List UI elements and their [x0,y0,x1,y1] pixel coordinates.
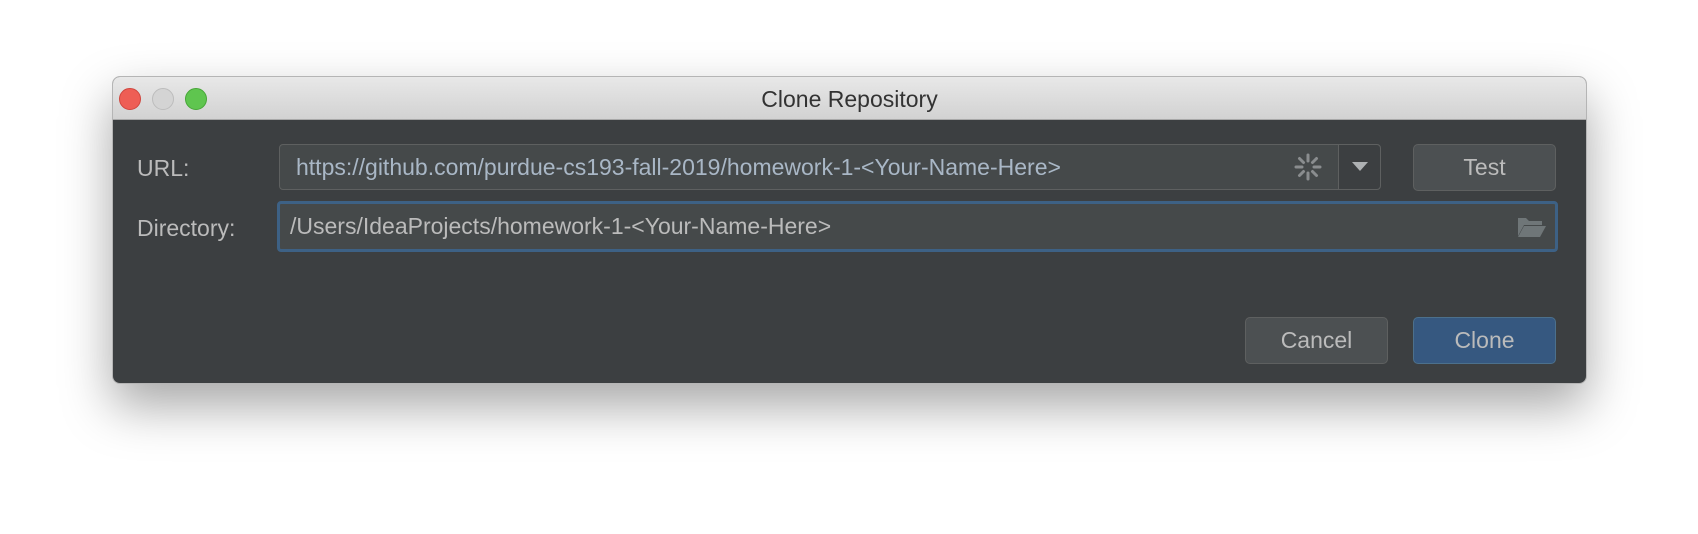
directory-input[interactable]: /Users/IdeaProjects/homework-1-<Your-Nam… [290,213,1509,240]
cancel-button[interactable]: Cancel [1245,317,1388,364]
directory-label: Directory: [137,215,236,241]
url-history-dropdown-button[interactable] [1338,145,1380,189]
loading-spinner-icon [1278,153,1338,181]
directory-field[interactable]: /Users/IdeaProjects/homework-1-<Your-Nam… [277,201,1558,252]
url-input[interactable]: https://github.com/purdue-cs193-fall-201… [296,154,1278,181]
clone-button[interactable]: Clone [1413,317,1556,364]
window-title: Clone Repository [761,86,938,112]
clone-repository-dialog: Clone Repository URL: https://github.com… [112,76,1587,384]
url-label: URL: [137,155,190,181]
chevron-down-icon [1351,162,1368,171]
browse-folder-icon[interactable] [1509,216,1555,238]
url-combobox[interactable]: https://github.com/purdue-cs193-fall-201… [279,144,1381,190]
test-button[interactable]: Test [1413,144,1556,191]
title-bar[interactable]: Clone Repository [113,77,1586,120]
